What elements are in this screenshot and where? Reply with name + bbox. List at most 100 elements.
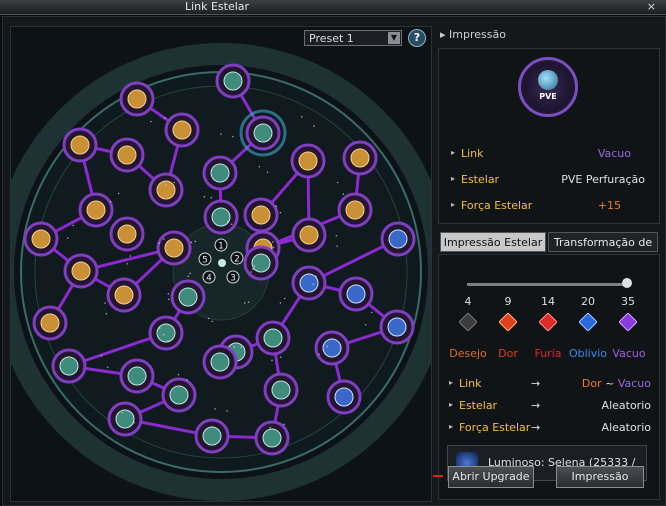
gold-star-node <box>156 180 176 200</box>
teal-star-node <box>211 207 231 227</box>
info-link-row: ▸ Link Vacuo <box>445 147 651 161</box>
gold-star-node <box>114 285 134 305</box>
transform-estelar-value: Aleatorio <box>601 399 651 412</box>
gold-star-node <box>86 200 106 220</box>
background-star <box>106 366 109 368</box>
level-label: 20 <box>581 295 595 308</box>
level-slider-track[interactable] <box>467 283 627 286</box>
background-star <box>66 237 69 239</box>
background-star <box>269 426 271 429</box>
gold-star-node <box>251 205 271 225</box>
window-title: Link Estelar <box>184 0 250 13</box>
star-link-board: 12 3 4 5 <box>10 26 432 502</box>
background-star <box>72 224 74 227</box>
transform-link-value: Dor ~ Vacuo <box>582 377 651 390</box>
center-core <box>218 259 226 267</box>
close-icon[interactable]: × <box>647 0 656 14</box>
background-star <box>315 275 317 277</box>
background-star <box>370 311 373 314</box>
background-star <box>163 238 165 240</box>
gem-name-vacuo: Vacuo <box>612 347 646 360</box>
teal-star-node <box>202 426 222 446</box>
background-star <box>207 317 210 320</box>
gem-name-furia: Furia <box>534 347 562 360</box>
transform-link-label: Link <box>459 377 482 390</box>
background-star <box>279 356 282 358</box>
background-star <box>164 184 167 186</box>
transform-forca-row: ▸ Força Estelar → Aleatorio <box>445 421 651 435</box>
info-box: PVE ▸ Link Vacuo ▸ Estelar PVE Perfuraçã… <box>438 48 660 224</box>
teal-star-node <box>263 328 283 348</box>
level-label: 14 <box>541 295 555 308</box>
level-label: 9 <box>504 295 512 308</box>
background-star <box>243 302 246 304</box>
link-to: Vacuo <box>617 377 651 390</box>
background-star <box>158 242 161 245</box>
panel-title: ▸ Impressão <box>440 28 506 41</box>
background-star <box>100 354 103 357</box>
background-star <box>279 211 282 214</box>
gold-star-node <box>164 238 184 258</box>
gold-star-node <box>70 135 90 155</box>
bullet-icon: ▸ <box>451 200 456 209</box>
background-star <box>250 271 252 273</box>
background-star <box>247 301 250 304</box>
preset-dropdown[interactable]: Preset 1 ▼ <box>304 30 402 46</box>
tab-transformacao-de-link[interactable]: Transformação de Link <box>548 232 658 269</box>
level-slider-knob[interactable] <box>622 278 632 288</box>
background-star <box>121 412 124 414</box>
indicator-mark <box>433 475 443 477</box>
info-estelar-row: ▸ Estelar PVE Perfuração <box>445 173 651 187</box>
background-star <box>214 408 216 410</box>
background-star <box>283 423 285 426</box>
background-star <box>189 272 191 275</box>
teal-star-node <box>251 253 271 273</box>
background-star <box>167 293 170 295</box>
arrow-right-icon: → <box>531 399 541 412</box>
pve-emblem-icon: PVE <box>518 57 578 117</box>
title-bar: Link Estelar × <box>0 0 666 15</box>
teal-star-node <box>210 352 230 372</box>
bullet-icon: ▸ <box>451 174 456 183</box>
background-star <box>211 320 214 323</box>
info-estelar-value: PVE Perfuração <box>561 173 645 186</box>
gold-star-node <box>117 145 137 165</box>
transform-forca-label: Força Estelar <box>459 421 531 434</box>
abrir-upgrade-button[interactable]: Abrir Upgrade <box>448 466 534 488</box>
teal-star-node <box>262 428 282 448</box>
background-star <box>162 333 165 336</box>
background-star <box>240 346 242 349</box>
help-button[interactable]: ? <box>408 29 426 47</box>
blue-star-node <box>388 229 408 249</box>
info-estelar-label: Estelar <box>461 173 500 186</box>
preset-value: Preset 1 <box>309 32 354 45</box>
background-star <box>186 378 188 381</box>
background-star <box>150 120 152 123</box>
background-star <box>167 298 170 301</box>
bullet-icon: ▸ <box>451 148 456 157</box>
gold-star-node <box>71 261 91 281</box>
teal-star-node <box>156 323 176 343</box>
panel-title-text: Impressão <box>449 28 506 41</box>
gold-star-node <box>298 151 318 171</box>
teal-star-node <box>223 71 243 91</box>
background-star <box>117 192 120 195</box>
impressao-button[interactable]: Impressão <box>556 466 644 488</box>
teal-star-node <box>271 380 291 400</box>
bullet-icon: ▸ <box>449 400 454 409</box>
background-star <box>203 196 206 198</box>
globe-icon <box>538 70 558 90</box>
constellation-map: 12 3 4 5 <box>11 43 431 501</box>
teal-star-node <box>59 356 79 376</box>
link-sep: ~ <box>601 377 618 390</box>
background-star <box>252 268 254 271</box>
selected-star-node <box>253 123 273 143</box>
transform-estelar-label: Estelar <box>459 399 498 412</box>
tab-impressao-estelar[interactable]: Impressão Estelar <box>440 232 546 252</box>
background-star <box>266 171 269 174</box>
background-star <box>364 323 367 326</box>
background-star <box>326 345 329 348</box>
background-star <box>159 327 161 329</box>
panel-tabs: Impressão Estelar Transformação de Link <box>438 232 658 269</box>
background-star <box>271 359 273 362</box>
